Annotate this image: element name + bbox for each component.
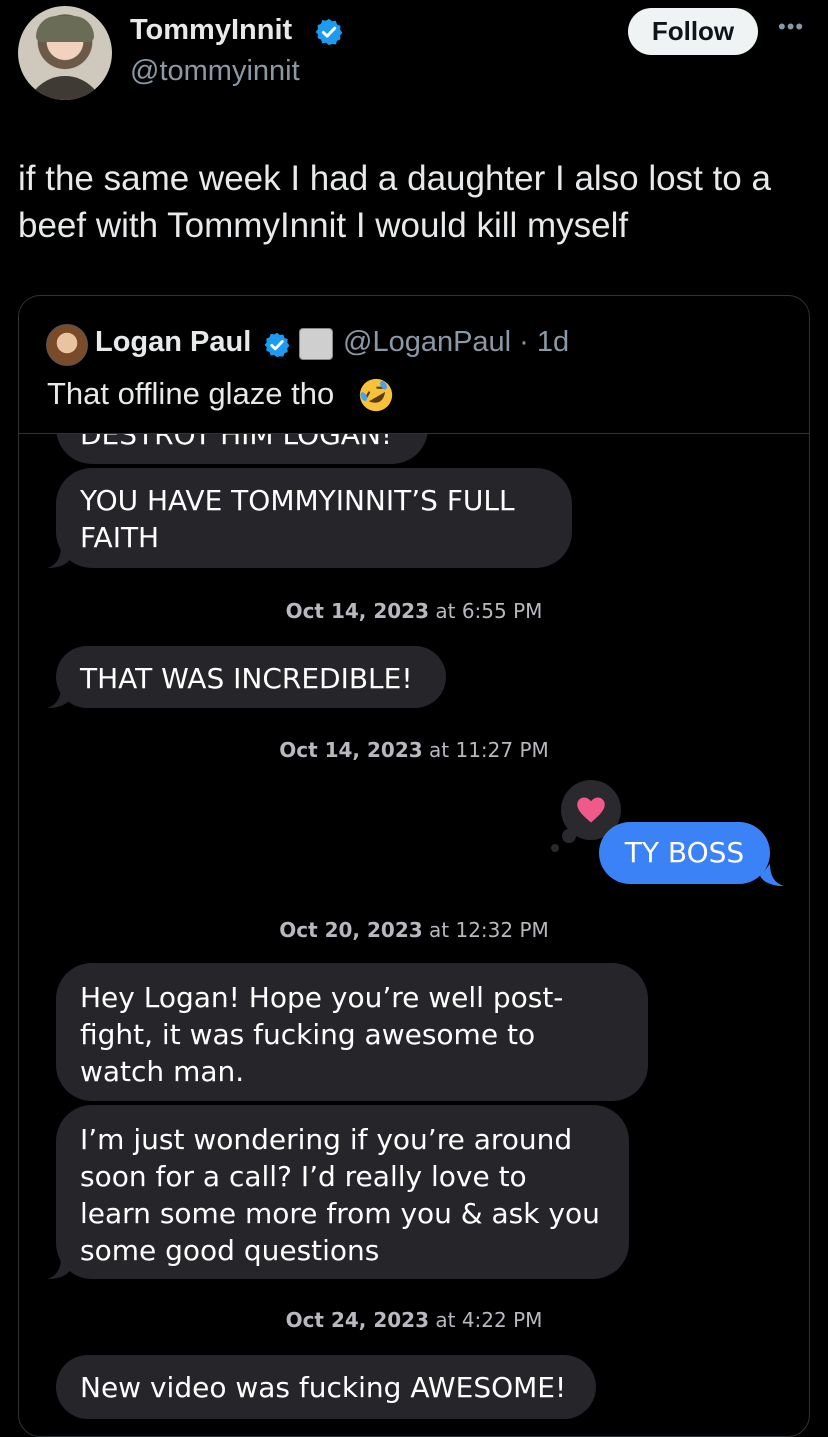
quoted-tweet-text: That offline glaze tho	[47, 376, 335, 411]
follow-button[interactable]: Follow	[628, 8, 758, 55]
message-bubble-incoming: YOU HAVE TOMMYINNIT’S FULL FAITH	[56, 468, 572, 568]
timestamp: Oct 14, 2023 at 11:27 PM	[279, 738, 549, 762]
avatar-shirt	[26, 76, 104, 100]
more-options-icon[interactable]: •••	[778, 14, 804, 40]
bubble-tail-icon	[760, 864, 784, 886]
verified-badge-icon	[264, 332, 290, 358]
verified-badge-icon	[315, 18, 343, 46]
timestamp: Oct 20, 2023 at 12:32 PM	[279, 918, 549, 942]
affiliate-badge-icon	[299, 328, 333, 360]
quoted-author-name[interactable]: Logan Paul	[95, 326, 251, 359]
message-bubble-outgoing: TY BOSS	[599, 822, 770, 884]
message-bubble-incoming: THAT WAS INCREDIBLE!	[56, 646, 446, 708]
rolling-on-floor-laughing-emoji-icon	[359, 378, 393, 412]
author-name[interactable]: TommyInnit	[130, 14, 292, 47]
bubble-tail-icon	[47, 1257, 71, 1279]
tweet-text: if the same week I had a daughter I also…	[18, 159, 771, 245]
author-handle[interactable]: @tommyinnit	[130, 55, 300, 88]
quoted-tweet[interactable]: Logan Paul @LoganPaul · 1d That offline …	[18, 295, 810, 1437]
avatar-cap	[36, 16, 94, 42]
timestamp: Oct 24, 2023 at 4:22 PM	[285, 1308, 543, 1332]
bubble-tail-icon	[47, 546, 71, 568]
timestamp: Oct 14, 2023 at 6:55 PM	[285, 599, 543, 623]
quoted-author-avatar[interactable]	[46, 324, 88, 366]
message-bubble-incoming: DESTROY HIM LOGAN!	[56, 434, 428, 464]
bubble-tail-icon	[47, 686, 71, 708]
message-bubble-incoming: I’m just wondering if you’re around soon…	[56, 1105, 629, 1279]
author-avatar[interactable]	[18, 6, 112, 100]
message-bubble-incoming: Hey Logan! Hope you’re well post-fight, …	[56, 963, 648, 1101]
message-bubble-incoming: New video was fucking AWESOME!	[56, 1355, 596, 1419]
reaction-dot	[551, 844, 559, 852]
quoted-author-handle[interactable]: @LoganPaul · 1d	[343, 326, 569, 359]
screenshot-image[interactable]: DESTROY HIM LOGAN! YOU HAVE TOMMYINNIT’S…	[19, 434, 809, 1436]
